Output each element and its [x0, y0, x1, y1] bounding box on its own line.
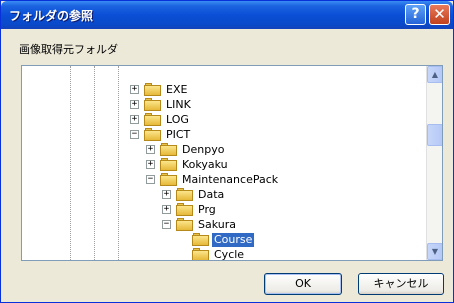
folder-icon — [192, 248, 209, 260]
expand-icon[interactable]: + — [146, 160, 155, 169]
tree-item-label: LOG — [166, 113, 189, 126]
title-bar[interactable]: フォルダの参照 ? ✕ — [1, 1, 453, 29]
collapse-icon[interactable]: − — [162, 220, 171, 229]
tree-item[interactable]: − Sakura — [22, 217, 422, 233]
folder-icon — [176, 218, 193, 231]
scroll-up-button[interactable]: ▲ — [427, 66, 442, 83]
vertical-scrollbar[interactable]: ▲ ▼ — [426, 66, 442, 260]
tree-item[interactable]: + Denpyo — [22, 142, 422, 158]
help-button[interactable]: ? — [405, 4, 426, 25]
expand-icon[interactable]: + — [162, 205, 171, 214]
tree-item[interactable]: Course — [22, 232, 422, 248]
expand-icon[interactable]: + — [130, 100, 139, 109]
folder-icon — [176, 203, 193, 216]
folder-tree[interactable]: + EXE + LINK + LOG − PICT + Denpyo + Kokyaku − Mainte… — [21, 65, 443, 261]
tree-item[interactable]: + Data — [22, 187, 422, 203]
tree-item[interactable]: + LOG — [22, 112, 422, 128]
tree-item-label: Data — [198, 188, 225, 201]
folder-icon — [160, 143, 177, 156]
expand-icon[interactable]: + — [162, 190, 171, 199]
tree-item-label: Cycle — [214, 248, 245, 261]
folder-icon — [144, 113, 161, 126]
tree-item-label: Denpyo — [182, 143, 225, 156]
folder-icon — [192, 233, 209, 246]
expand-icon[interactable]: + — [130, 115, 139, 124]
expand-icon[interactable]: + — [130, 85, 139, 94]
folder-icon — [144, 83, 161, 96]
folder-icon — [144, 98, 161, 111]
tree-item-label: Sakura — [198, 218, 236, 231]
cancel-button[interactable]: キャンセル — [358, 273, 444, 295]
tree-item[interactable]: − MaintenancePack — [22, 172, 422, 188]
tree-item-label: EXE — [166, 83, 188, 96]
dialog-prompt: 画像取得元フォルダ — [19, 43, 118, 56]
tree-item[interactable]: Cycle — [22, 247, 422, 261]
folder-icon — [176, 188, 193, 201]
tree-item[interactable]: + Prg — [22, 202, 422, 218]
scroll-down-button[interactable]: ▼ — [427, 243, 442, 260]
tree-item-label: Kokyaku — [182, 158, 228, 171]
ok-button[interactable]: OK — [264, 273, 342, 295]
tree-item-label: LINK — [166, 98, 191, 111]
tree-item-label: Course — [212, 233, 255, 247]
tree-item-label: Prg — [198, 203, 216, 216]
tree-item[interactable]: + EXE — [22, 82, 422, 98]
folder-icon — [144, 128, 161, 141]
tree-item[interactable]: − PICT — [22, 127, 422, 143]
expand-icon[interactable]: + — [146, 145, 155, 154]
tree-item-label: MaintenancePack — [182, 173, 279, 186]
collapse-icon[interactable]: − — [146, 175, 155, 184]
collapse-icon[interactable]: − — [130, 130, 139, 139]
scroll-thumb[interactable] — [427, 124, 442, 146]
folder-icon — [160, 173, 177, 186]
tree-item-label: PICT — [166, 128, 191, 141]
tree-item[interactable]: + LINK — [22, 97, 422, 113]
tree-item[interactable]: + Kokyaku — [22, 157, 422, 173]
window-title: フォルダの参照 — [9, 9, 94, 23]
folder-icon — [160, 158, 177, 171]
folder-browse-dialog: フォルダの参照 ? ✕ 画像取得元フォルダ + EXE + LINK + LOG − PICT… — [0, 0, 454, 303]
close-button[interactable]: ✕ — [429, 4, 450, 25]
